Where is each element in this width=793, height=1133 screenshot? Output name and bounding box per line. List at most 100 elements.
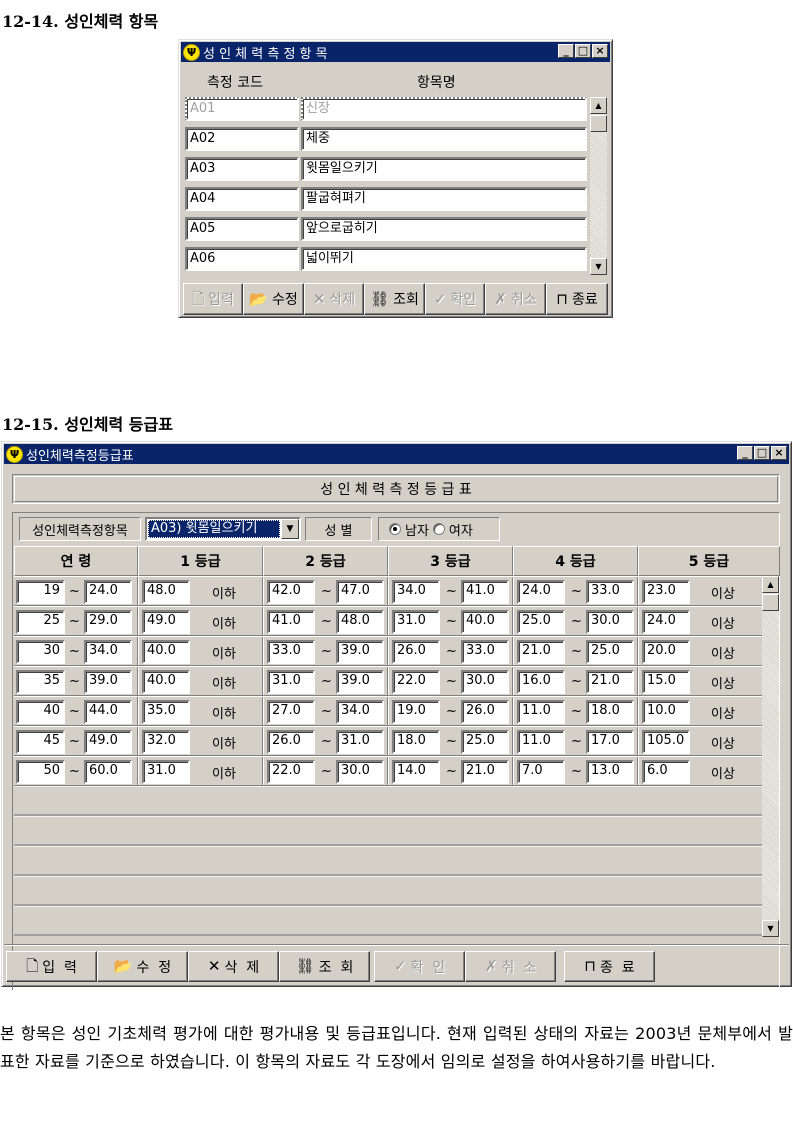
item-name-field[interactable]: 넓이뛰기 [301, 247, 587, 271]
toolbar-button-3[interactable]: ✕ 삭제 [304, 283, 364, 315]
grade3-from-field[interactable]: 19.0 [392, 700, 440, 724]
grade5-field[interactable]: 24.0 [642, 610, 690, 634]
grade2-to-field[interactable]: 47.0 [336, 580, 384, 604]
toolbar-button-7[interactable]: ⊓ 종료 [546, 283, 608, 315]
grade5-field[interactable]: 23.0 [642, 580, 690, 604]
grade1-field[interactable]: 40.0 [142, 670, 190, 694]
grade4-from-field[interactable]: 11.0 [517, 700, 565, 724]
grade4-from-field[interactable]: 16.0 [517, 670, 565, 694]
grade1-field[interactable]: 35.0 [142, 700, 190, 724]
grade2-to-field[interactable]: 31.0 [336, 730, 384, 754]
code-field[interactable]: A04 [185, 187, 299, 211]
age-to-field[interactable]: 39.0 [84, 670, 132, 694]
age-from-field[interactable]: 25 [16, 610, 65, 634]
grade4-to-field[interactable]: 30.0 [586, 610, 634, 634]
code-field[interactable]: A03 [185, 157, 299, 181]
grade3-from-field[interactable]: 18.0 [392, 730, 440, 754]
grade4-from-field[interactable]: 25.0 [517, 610, 565, 634]
grade1-field[interactable]: 48.0 [142, 580, 190, 604]
grade2-to-field[interactable]: 39.0 [336, 640, 384, 664]
grade1-field[interactable]: 32.0 [142, 730, 190, 754]
item-name-field[interactable]: 체중 [301, 127, 587, 151]
grade2-from-field[interactable]: 31.0 [267, 670, 315, 694]
minimize-button[interactable]: _ [558, 44, 574, 58]
grade2-from-field[interactable]: 42.0 [267, 580, 315, 604]
toolbar-button-5[interactable]: ✓ 확 인 [374, 951, 465, 982]
grade4-from-field[interactable]: 24.0 [517, 580, 565, 604]
grade2-from-field[interactable]: 27.0 [267, 700, 315, 724]
toolbar-button-1[interactable]: 🗋 입력 [183, 283, 243, 315]
item-name-field[interactable]: 신장 [301, 97, 587, 121]
scroll-thumb[interactable] [762, 594, 779, 611]
item-name-field[interactable]: 앞으로굽히기 [301, 217, 587, 241]
grade1-field[interactable]: 49.0 [142, 610, 190, 634]
scroll-down-arrow-icon[interactable]: ▼ [590, 258, 607, 275]
maximize-button[interactable]: □ [754, 446, 770, 460]
radio-male[interactable] [389, 523, 401, 535]
grade1-field[interactable]: 31.0 [142, 760, 190, 784]
minimize-button[interactable]: _ [737, 446, 753, 460]
grade3-to-field[interactable]: 33.0 [461, 640, 509, 664]
grade3-to-field[interactable]: 25.0 [461, 730, 509, 754]
grade5-field[interactable]: 105.0 [642, 730, 690, 754]
grade5-field[interactable]: 15.0 [642, 670, 690, 694]
scroll-up-arrow-icon[interactable]: ▲ [762, 576, 779, 593]
toolbar-button-2[interactable]: 📂 수정 [243, 283, 304, 315]
toolbar-button-3[interactable]: ✕ 삭 제 [188, 951, 279, 982]
grade3-from-field[interactable]: 26.0 [392, 640, 440, 664]
grade4-from-field[interactable]: 7.0 [517, 760, 565, 784]
age-from-field[interactable]: 45 [16, 730, 65, 754]
grade2-to-field[interactable]: 34.0 [336, 700, 384, 724]
age-from-field[interactable]: 40 [16, 700, 65, 724]
grade3-to-field[interactable]: 41.0 [461, 580, 509, 604]
grade2-from-field[interactable]: 41.0 [267, 610, 315, 634]
vertical-scrollbar[interactable]: ▲ ▼ [762, 576, 779, 937]
toolbar-button-7[interactable]: ⊓ 종 료 [564, 951, 655, 982]
radio-male-label[interactable]: 남자 [405, 520, 429, 539]
grade3-to-field[interactable]: 21.0 [461, 760, 509, 784]
grade4-from-field[interactable]: 21.0 [517, 640, 565, 664]
age-to-field[interactable]: 34.0 [84, 640, 132, 664]
grade4-to-field[interactable]: 33.0 [586, 580, 634, 604]
grade4-to-field[interactable]: 17.0 [586, 730, 634, 754]
grade2-to-field[interactable]: 39.0 [336, 670, 384, 694]
item-name-field[interactable]: 윗몸일으키기 [301, 157, 587, 181]
toolbar-button-5[interactable]: ✓ 확인 [425, 283, 485, 315]
titlebar[interactable]: Ψ 성인체력측정등급표 _ □ × [4, 444, 789, 464]
grade4-to-field[interactable]: 25.0 [586, 640, 634, 664]
code-field[interactable]: A02 [185, 127, 299, 151]
toolbar-button-4[interactable]: ⛓ 조 회 [279, 951, 370, 982]
grade5-field[interactable]: 6.0 [642, 760, 690, 784]
grade5-field[interactable]: 10.0 [642, 700, 690, 724]
close-button[interactable]: × [592, 44, 608, 58]
toolbar-button-2[interactable]: 📂 수 정 [97, 951, 188, 982]
item-name-field[interactable]: 팔굽혀펴기 [301, 187, 587, 211]
vertical-scrollbar[interactable]: ▲ ▼ [590, 97, 607, 275]
age-from-field[interactable]: 50 [16, 760, 65, 784]
grade3-from-field[interactable]: 14.0 [392, 760, 440, 784]
grade1-field[interactable]: 40.0 [142, 640, 190, 664]
grade2-from-field[interactable]: 26.0 [267, 730, 315, 754]
toolbar-button-6[interactable]: ✗ 취소 [485, 283, 546, 315]
scroll-up-arrow-icon[interactable]: ▲ [590, 97, 607, 114]
toolbar-button-4[interactable]: ⛓ 조회 [364, 283, 425, 315]
radio-female-label[interactable]: 여자 [449, 520, 473, 539]
item-select[interactable]: A03) 윗몸일으키기 ▼ [145, 517, 301, 541]
grade2-from-field[interactable]: 22.0 [267, 760, 315, 784]
grade3-from-field[interactable]: 31.0 [392, 610, 440, 634]
code-field[interactable]: A05 [185, 217, 299, 241]
grade4-to-field[interactable]: 13.0 [586, 760, 634, 784]
grade2-to-field[interactable]: 48.0 [336, 610, 384, 634]
grade5-field[interactable]: 20.0 [642, 640, 690, 664]
age-to-field[interactable]: 29.0 [84, 610, 132, 634]
grade3-from-field[interactable]: 34.0 [392, 580, 440, 604]
toolbar-button-1[interactable]: 🗋 입 력 [6, 951, 97, 982]
grade4-from-field[interactable]: 11.0 [517, 730, 565, 754]
age-from-field[interactable]: 30 [16, 640, 65, 664]
grade3-from-field[interactable]: 22.0 [392, 670, 440, 694]
age-to-field[interactable]: 24.0 [84, 580, 132, 604]
grade3-to-field[interactable]: 26.0 [461, 700, 509, 724]
age-to-field[interactable]: 44.0 [84, 700, 132, 724]
grade2-from-field[interactable]: 33.0 [267, 640, 315, 664]
age-from-field[interactable]: 35 [16, 670, 65, 694]
